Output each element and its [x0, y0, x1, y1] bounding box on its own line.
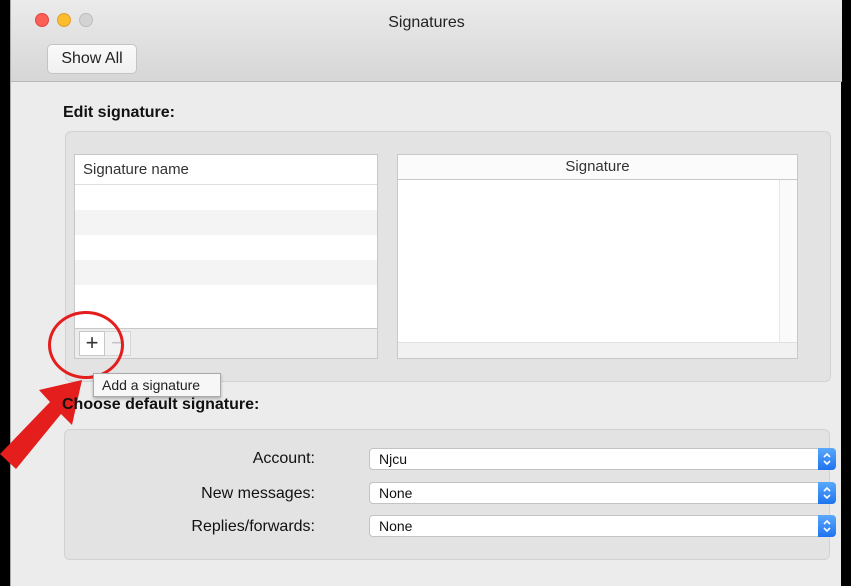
- default-signature-panel: Account: Njcu New messages: None Replies…: [64, 429, 836, 560]
- new-messages-select-value: None: [379, 485, 413, 501]
- list-row[interactable]: [75, 285, 377, 310]
- window-title: Signatures: [388, 14, 465, 31]
- new-messages-label: New messages:: [201, 485, 315, 502]
- account-select-value: Njcu: [379, 451, 408, 467]
- replies-forwards-select-value: None: [379, 518, 413, 534]
- signature-scrollbar[interactable]: [779, 180, 797, 342]
- chevron-updown-icon: [818, 515, 836, 537]
- chevron-updown-icon: [818, 482, 836, 504]
- add-signature-tooltip: Add a signature: [93, 373, 221, 397]
- chevron-updown-icon: [818, 448, 836, 470]
- account-label: Account:: [252, 450, 315, 467]
- replies-forwards-label: Replies/forwards:: [191, 518, 315, 535]
- list-row[interactable]: [75, 210, 377, 235]
- signature-name-column-header: Signature name: [75, 155, 377, 185]
- list-row[interactable]: [75, 260, 377, 285]
- account-select[interactable]: Njcu: [369, 448, 836, 470]
- choose-default-signature-heading: Choose default signature:: [62, 396, 260, 413]
- edit-signature-heading: Edit signature:: [63, 104, 176, 121]
- show-all-button[interactable]: Show All: [47, 44, 137, 74]
- list-row[interactable]: [75, 235, 377, 260]
- list-row[interactable]: [75, 185, 377, 210]
- replies-forwards-select[interactable]: None: [369, 515, 836, 537]
- signature-editor[interactable]: Signature: [397, 154, 798, 359]
- signature-editor-footer: [398, 342, 797, 358]
- title-bar: Signatures Show All: [11, 0, 842, 82]
- screenshot-frame: Signatures Show All Edit signature: Sign…: [0, 0, 851, 586]
- signature-column-header: Signature: [398, 155, 797, 180]
- new-messages-select[interactable]: None: [369, 482, 836, 504]
